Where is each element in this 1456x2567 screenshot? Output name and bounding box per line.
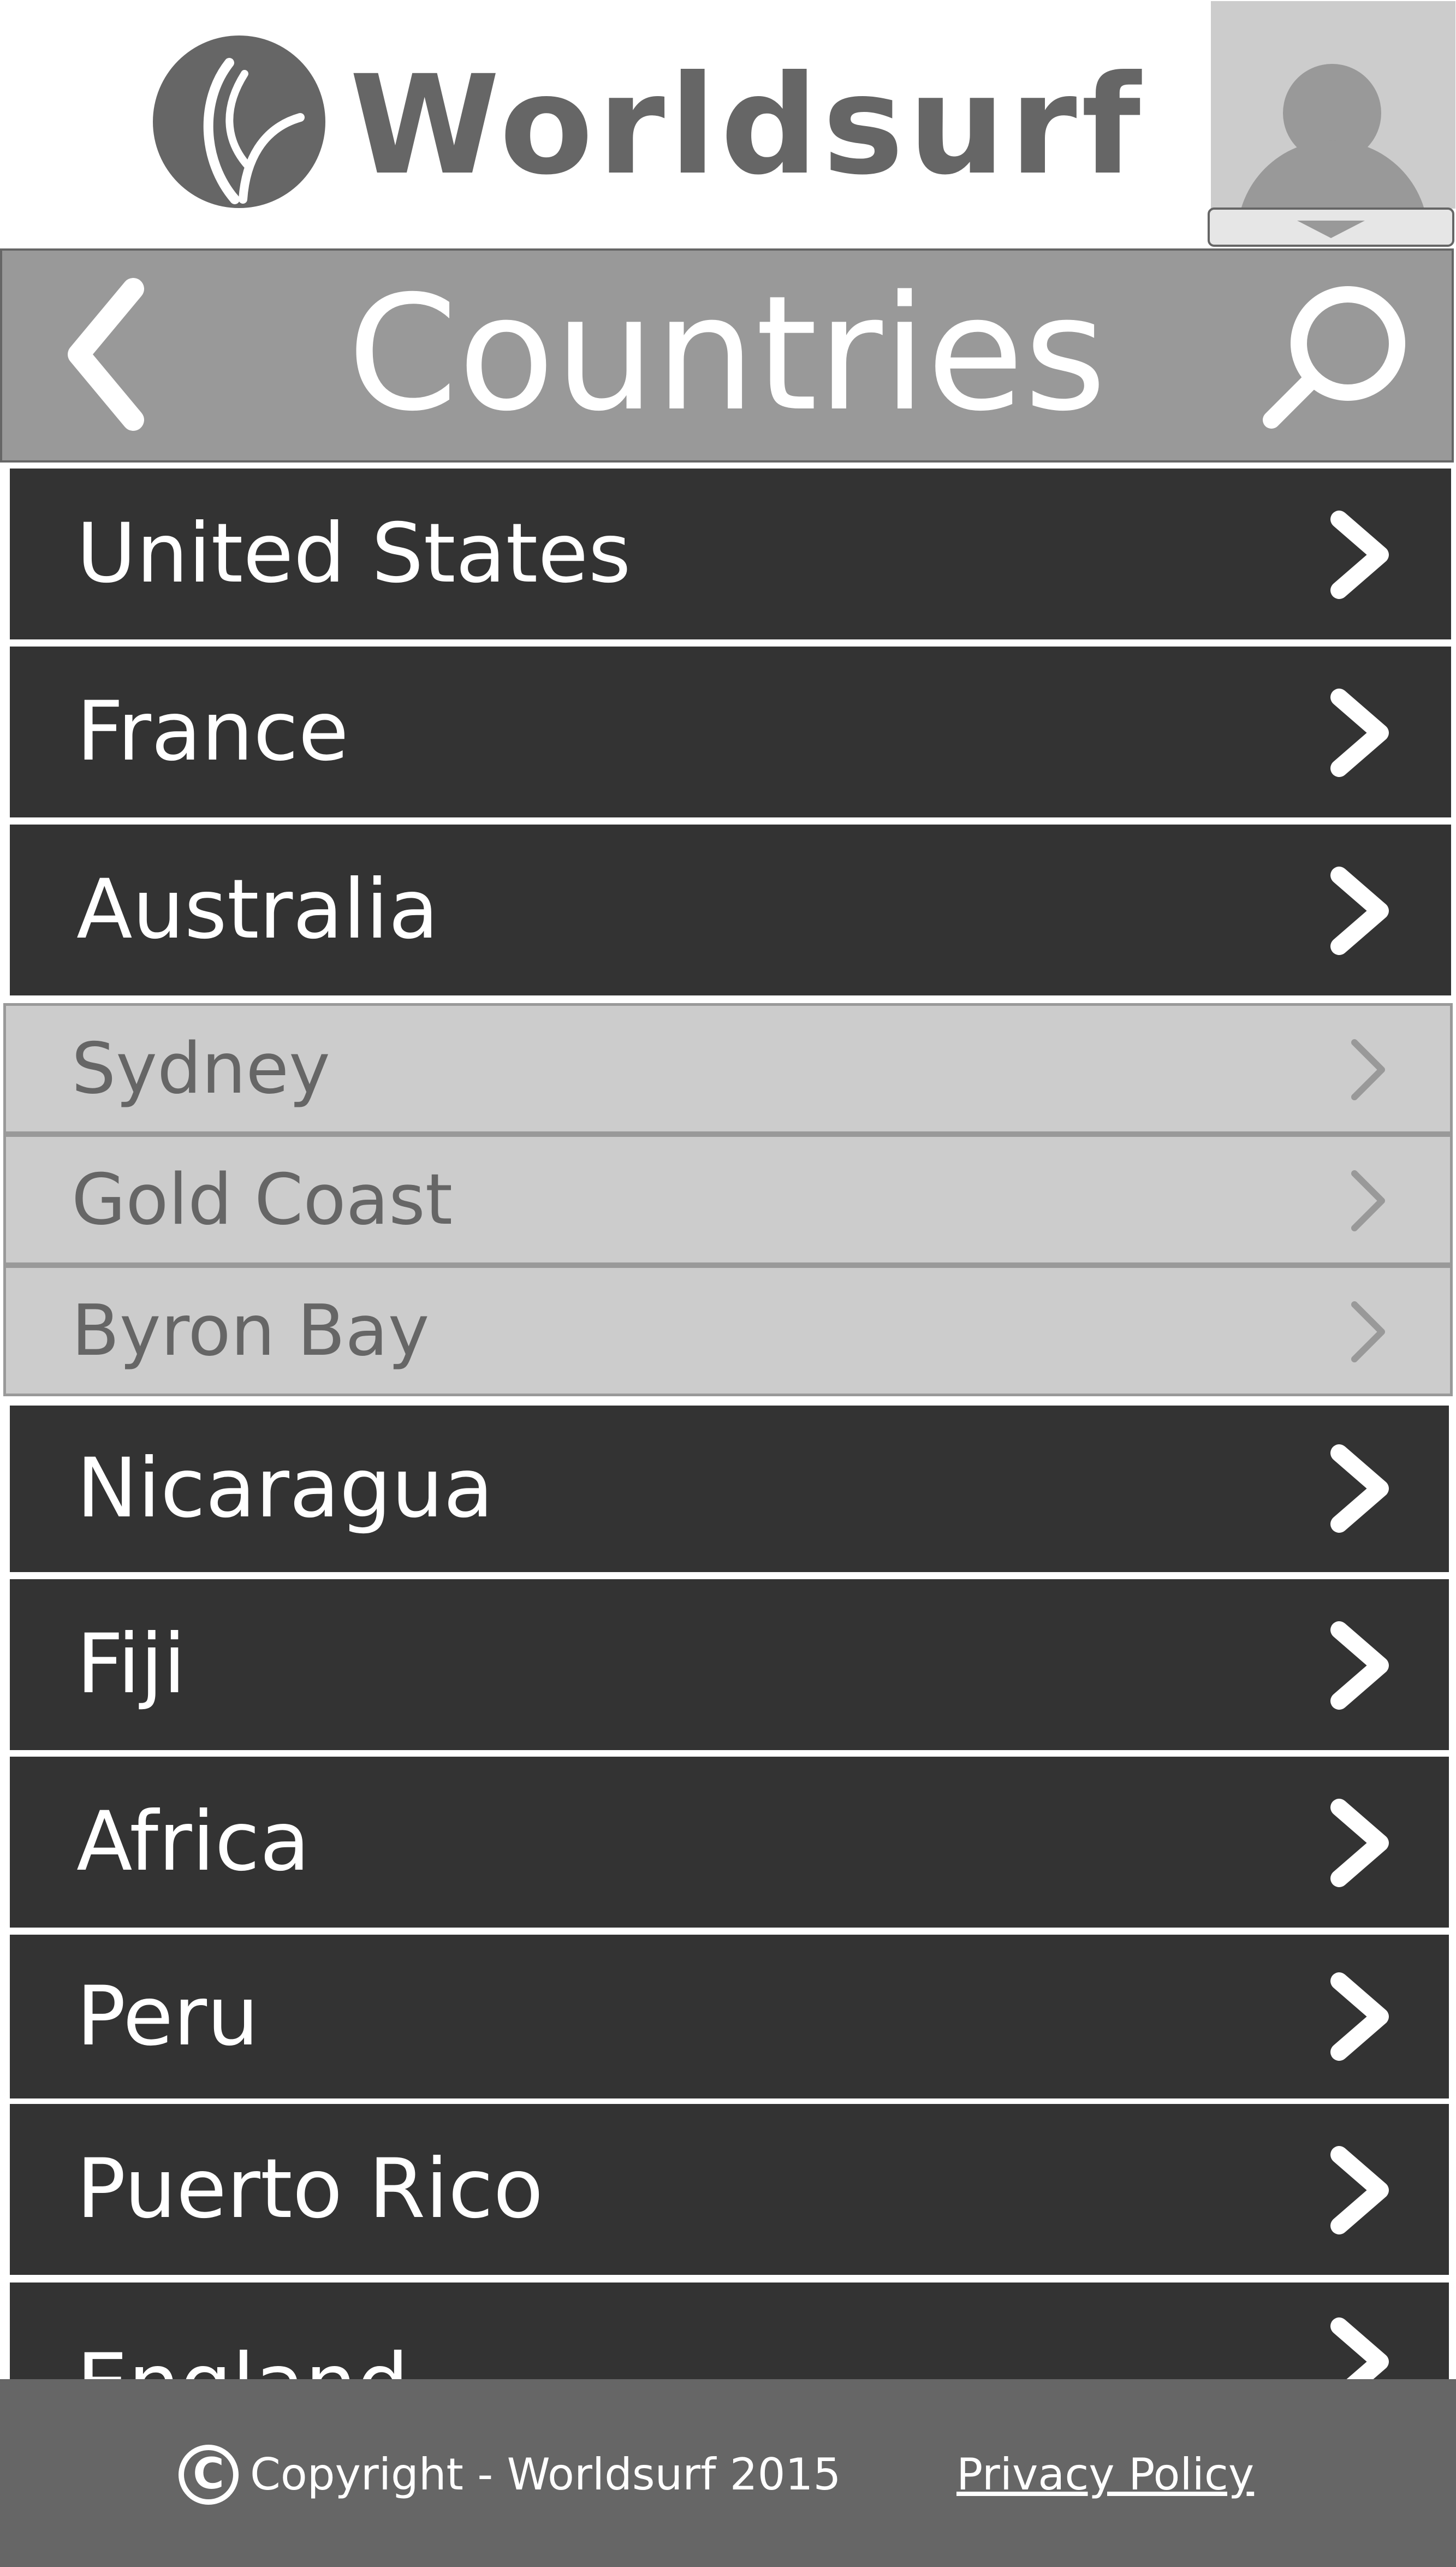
country-row-fiji[interactable]: Fiji: [10, 1579, 1449, 1750]
avatar-body: [1237, 140, 1428, 209]
chevron-right-icon: [1351, 1301, 1385, 1362]
city-row-byron-bay[interactable]: Byron Bay: [3, 1265, 1453, 1396]
app-name: Worldsurf: [349, 46, 1145, 205]
city-row-gold-coast[interactable]: Gold Coast: [3, 1134, 1453, 1265]
page-title: Countries: [347, 262, 1107, 446]
copyright-icon: C: [179, 2445, 239, 2505]
chevron-right-icon: [1330, 1799, 1389, 1887]
chevron-right-icon: [1330, 689, 1389, 777]
avatar-dropdown-button[interactable]: [1208, 208, 1454, 247]
country-label: Africa: [76, 1794, 310, 1889]
chevron-right-icon: [1330, 1972, 1389, 2061]
country-label: United States: [76, 506, 631, 601]
chevron-right-icon: [1351, 1170, 1385, 1231]
country-label: Australia: [76, 862, 439, 957]
app-header: Worldsurf: [0, 0, 1456, 248]
copyright-text: Copyright - Worldsurf 2015: [250, 2449, 841, 2500]
country-label: Puerto Rico: [76, 2142, 544, 2237]
user-avatar-icon[interactable]: [1211, 1, 1455, 209]
country-row-france[interactable]: France: [10, 647, 1451, 817]
country-row-peru[interactable]: Peru: [10, 1935, 1449, 2098]
chevron-right-icon: [1330, 867, 1389, 955]
country-row-australia[interactable]: Australia: [10, 825, 1451, 995]
page-footer: C Copyright - Worldsurf 2015 Privacy Pol…: [0, 2379, 1456, 2567]
country-label: France: [76, 684, 349, 779]
country-row-nicaragua[interactable]: Nicaragua: [10, 1406, 1449, 1572]
search-icon: [1263, 286, 1405, 429]
chevron-right-icon: [1330, 2146, 1389, 2234]
chevron-right-icon: [1330, 1444, 1389, 1533]
city-label: Sydney: [72, 1028, 330, 1110]
title-bar: Countries: [0, 248, 1454, 463]
country-row-puerto-rico[interactable]: Puerto Rico: [10, 2104, 1449, 2275]
city-label: Gold Coast: [72, 1159, 453, 1241]
country-label: Nicaragua: [76, 1441, 494, 1536]
copyright-symbol: C: [193, 2450, 224, 2499]
country-label: Fiji: [76, 1617, 186, 1712]
privacy-policy-link[interactable]: Privacy Policy: [956, 2439, 1254, 2510]
city-row-sydney[interactable]: Sydney: [3, 1003, 1453, 1134]
search-button[interactable]: [1258, 283, 1411, 436]
chevron-right-icon: [1330, 1621, 1389, 1710]
country-label: Peru: [76, 1969, 259, 2064]
chevron-right-icon: [1351, 1039, 1385, 1100]
country-row-africa[interactable]: Africa: [10, 1757, 1449, 1928]
wave-logo-icon: [153, 35, 325, 208]
city-label: Byron Bay: [72, 1290, 430, 1372]
chevron-right-icon: [1330, 511, 1389, 599]
caret-down-icon: [1297, 221, 1365, 238]
country-row-united-states[interactable]: United States: [10, 469, 1451, 639]
